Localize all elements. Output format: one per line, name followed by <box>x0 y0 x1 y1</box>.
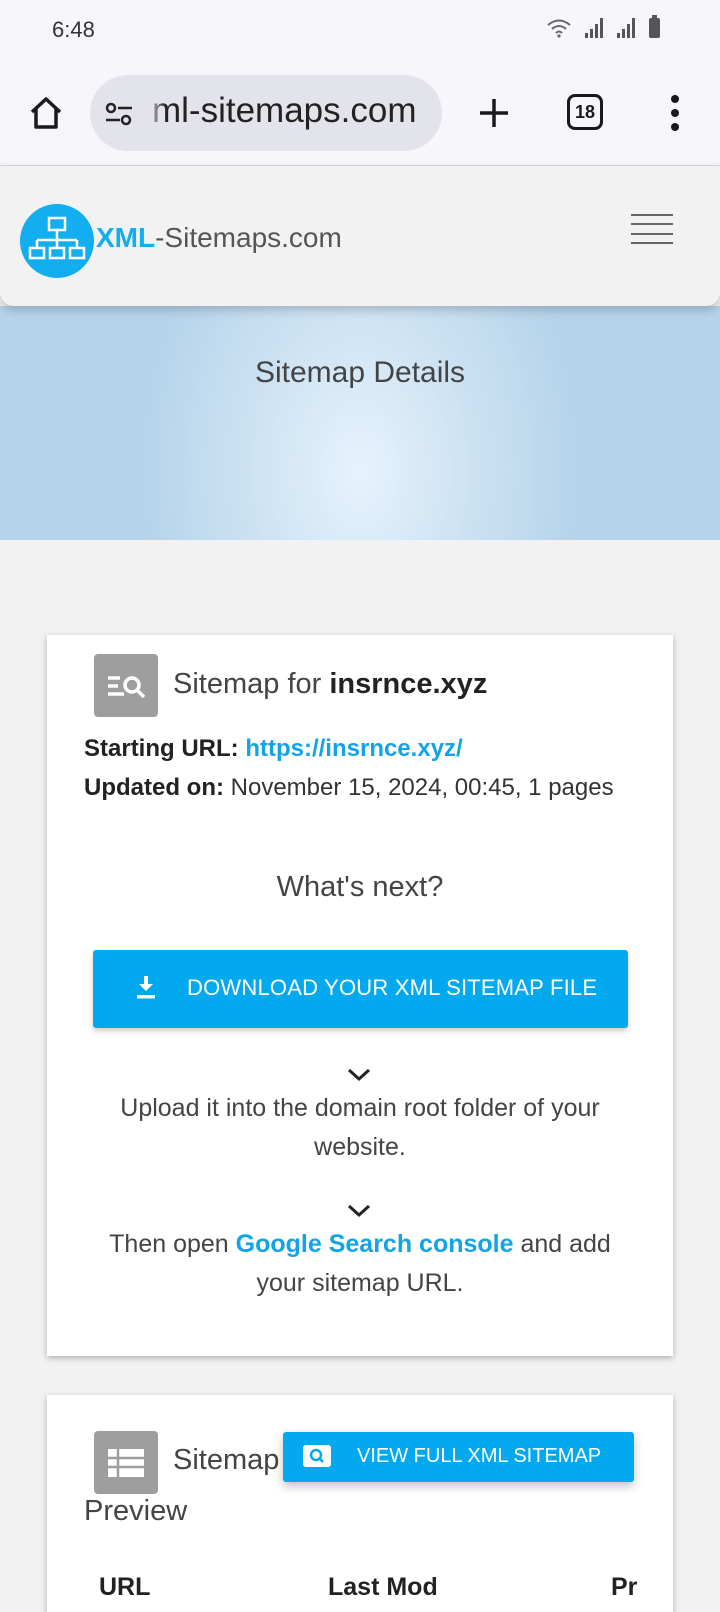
site-header: XML-Sitemaps.com <box>0 166 720 306</box>
search-icon <box>303 1445 331 1467</box>
site-logo-text[interactable]: XML-Sitemaps.com <box>96 222 342 254</box>
download-icon <box>137 976 155 999</box>
tabs-button[interactable]: 18 <box>567 94 603 130</box>
status-icons <box>547 15 660 38</box>
search-console-line-2: your sitemap URL. <box>256 1269 464 1297</box>
tune-icon[interactable] <box>104 99 134 129</box>
step2-suffix: and add <box>513 1230 611 1258</box>
starting-url-label: Starting URL: <box>84 735 239 762</box>
tab-count: 18 <box>574 101 596 122</box>
sitemap-details-card: Sitemap for insrnce.xyz Starting URL: ht… <box>47 635 673 1356</box>
upload-step-line-2: website. <box>314 1133 406 1161</box>
upload-step-text: Upload it into the domain root folder of… <box>87 1089 633 1167</box>
download-button-label: DOWNLOAD YOUR XML SITEMAP FILE <box>187 975 598 1000</box>
hamburger-icon[interactable] <box>631 214 673 244</box>
signal-icon-2 <box>617 18 635 38</box>
column-header-priority[interactable]: Pr <box>611 1573 637 1602</box>
view-full-sitemap-button[interactable]: VIEW FULL XML SITEMAP <box>283 1432 634 1482</box>
preview-card-title-2: Preview <box>84 1495 188 1527</box>
title-prefix: Sitemap for <box>173 668 330 700</box>
column-header-url[interactable]: URL <box>99 1573 150 1602</box>
home-button[interactable] <box>22 89 70 137</box>
step2-prefix: Then open <box>109 1230 236 1258</box>
upload-step-line-1: Upload it into the domain root folder of… <box>120 1094 600 1122</box>
home-icon <box>30 97 62 129</box>
hero-banner: Sitemap Details <box>0 306 720 540</box>
battery-icon <box>649 15 660 38</box>
wifi-icon <box>547 19 571 38</box>
page-title: Sitemap Details <box>254 356 466 389</box>
domain-name: insrnce.xyz <box>329 668 488 700</box>
new-tab-button[interactable] <box>470 89 518 137</box>
column-header-last-mod[interactable]: Last Mod <box>328 1573 438 1602</box>
sitemap-logo-icon[interactable] <box>20 204 94 278</box>
search-console-step-text: Then open Google Search console and add … <box>87 1225 633 1303</box>
more-vert-icon[interactable] <box>660 89 690 137</box>
google-search-console-link[interactable]: Google Search console <box>236 1230 514 1258</box>
chevron-down-icon-2 <box>347 1204 371 1218</box>
updated-label: Updated on: <box>84 774 224 801</box>
starting-url-link[interactable]: https://insrnce.xyz/ <box>245 735 462 762</box>
search-console-line-1: Then open Google Search console and add <box>87 1225 633 1264</box>
url-text[interactable]: ml-sitemaps.com <box>152 91 416 131</box>
plus-icon <box>480 99 508 127</box>
download-sitemap-button[interactable]: DOWNLOAD YOUR XML SITEMAP FILE <box>93 950 628 1028</box>
status-bar: 6:48 <box>0 0 720 60</box>
logo-brand: XML <box>96 222 156 253</box>
address-bar[interactable]: ml-sitemaps.com <box>90 75 442 151</box>
starting-url-line: Starting URL: https://insrnce.xyz/ <box>84 735 463 763</box>
updated-line: Updated on: November 15, 2024, 00:45, 1 … <box>84 774 614 802</box>
search-list-icon <box>94 654 158 717</box>
status-time: 6:48 <box>52 17 95 42</box>
table-icon <box>94 1431 158 1494</box>
signal-icon <box>585 18 603 38</box>
url-fade <box>146 75 166 151</box>
updated-value: November 15, 2024, 00:45, 1 pages <box>230 774 614 801</box>
chevron-down-icon <box>347 1068 371 1082</box>
logo-rest: -Sitemaps.com <box>155 222 342 253</box>
sitemap-card-title: Sitemap for insrnce.xyz <box>173 668 487 701</box>
preview-card-title: Sitemap <box>173 1444 280 1476</box>
sitemap-preview-card: Sitemap Preview URL Last Mod Pr <box>47 1395 673 1612</box>
whats-next-heading: What's next? <box>276 871 444 903</box>
view-full-sitemap-label: VIEW FULL XML SITEMAP <box>357 1445 602 1467</box>
browser-toolbar: ml-sitemaps.com 18 <box>0 60 720 166</box>
